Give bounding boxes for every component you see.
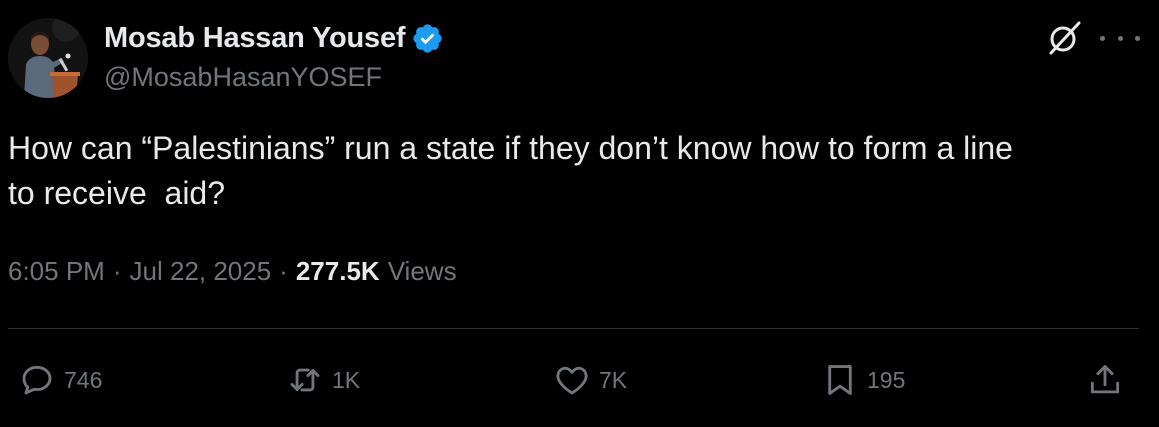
like-button[interactable]: 7K <box>553 355 627 405</box>
reply-button[interactable]: 746 <box>18 355 102 405</box>
author-handle[interactable]: @MosabHasanYOSEF <box>104 62 382 93</box>
meta-separator: · <box>112 256 122 286</box>
bookmark-button[interactable]: 195 <box>821 355 905 405</box>
repost-count: 1K <box>332 366 361 393</box>
tweet-meta: 6:05 PM · Jul 22, 2025 · 277.5K Views <box>8 256 457 287</box>
tweet-time[interactable]: 6:05 PM <box>8 256 105 287</box>
more-icon[interactable] <box>1100 20 1140 56</box>
tweet-text: How can “Palestinians” run a state if th… <box>8 130 1013 211</box>
author-name-row[interactable]: Mosab Hassan Yousef <box>104 20 444 56</box>
views-label[interactable]: Views <box>388 256 457 287</box>
repost-button[interactable]: 1K <box>286 355 360 405</box>
avatar-image <box>8 18 88 98</box>
tweet-card: Mosab Hassan Yousef @MosabHasanYOSEF How… <box>0 0 1159 427</box>
bookmark-icon <box>821 361 859 399</box>
bookmark-count: 195 <box>867 366 906 393</box>
meta-separator: · <box>279 256 288 286</box>
reply-icon <box>18 361 56 399</box>
grok-icon[interactable] <box>1047 20 1083 56</box>
repost-icon <box>286 361 324 399</box>
avatar[interactable] <box>8 18 88 98</box>
like-count: 7K <box>599 366 628 393</box>
share-icon <box>1086 361 1124 399</box>
action-bar: 746 1K 7K 195 <box>0 355 1159 405</box>
reply-count: 746 <box>64 366 103 393</box>
verified-badge-icon[interactable] <box>411 22 444 55</box>
views-count[interactable]: 277.5K <box>296 256 380 287</box>
divider <box>8 328 1139 329</box>
share-button[interactable] <box>1086 355 1124 405</box>
author-display-name[interactable]: Mosab Hassan Yousef <box>104 22 406 55</box>
tweet-date[interactable]: Jul 22, 2025 <box>130 256 272 287</box>
like-icon <box>553 361 591 399</box>
